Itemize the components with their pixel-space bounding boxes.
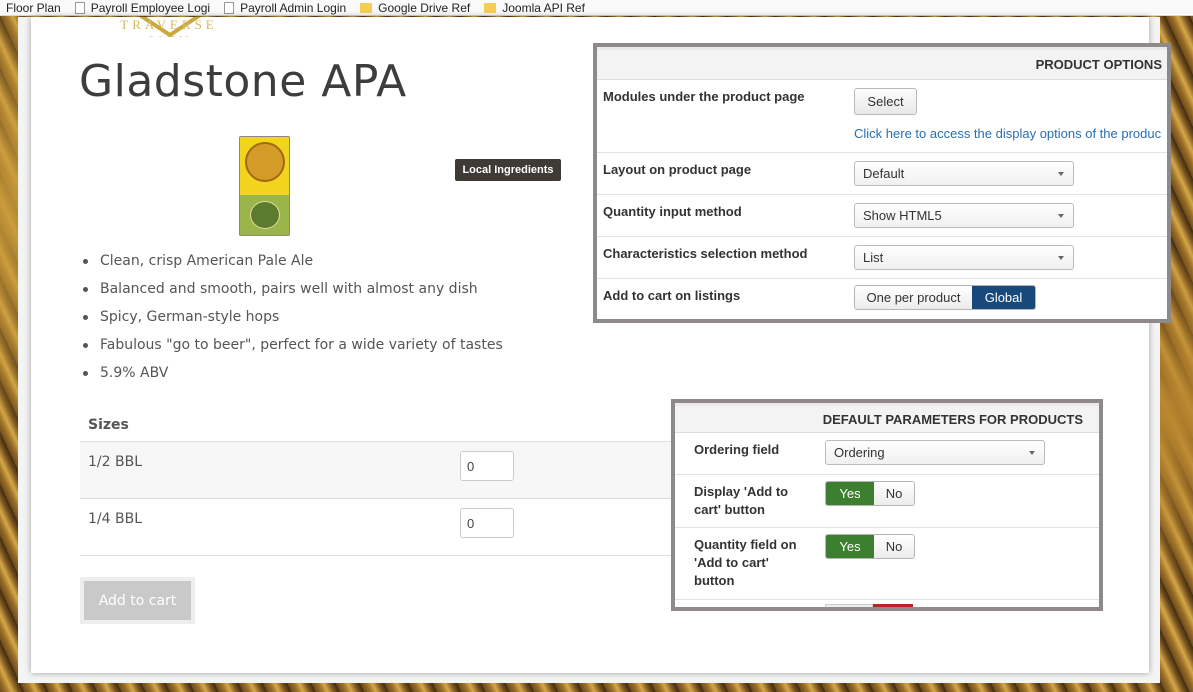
select-value: Ordering: [834, 445, 885, 460]
select-value: List: [863, 250, 884, 265]
option-label: Characteristics selection method: [603, 246, 808, 261]
panel-title: DEFAULT PARAMETERS FOR PRODUCTS: [675, 403, 1099, 433]
add-to-cart-label: Add to cart: [84, 581, 191, 620]
display-button-toggle: Yes No: [825, 481, 915, 506]
quantity-input[interactable]: [460, 508, 514, 538]
quantity-method-select[interactable]: Show HTML5: [854, 203, 1074, 228]
bookmark-label: Google Drive Ref: [378, 0, 471, 15]
param-row-display-button: Display 'Add to cart' button Yes No: [675, 475, 1099, 528]
bookmark-joomla-api-ref[interactable]: Joomla API Ref: [484, 1, 585, 15]
bookmarks-bar: Floor Plan Payroll Employee Logi Payroll…: [0, 0, 1193, 16]
feature-item: Fabulous "go to beer", perfect for a wid…: [80, 335, 503, 363]
bookmark-label: Payroll Employee Logi: [90, 0, 211, 15]
default-parameters-panel: DEFAULT PARAMETERS FOR PRODUCTS Ordering…: [671, 399, 1103, 611]
table-row: 1/2 BBL: [80, 442, 680, 499]
dropdown-arrow-icon: [1058, 214, 1064, 218]
no-option[interactable]: No: [874, 535, 914, 558]
seal-icon: [245, 142, 285, 182]
param-row-ordering: Ordering field Ordering: [675, 433, 1099, 475]
one-per-product-option[interactable]: One per product: [855, 286, 972, 309]
partial-toggle-on[interactable]: [873, 604, 913, 607]
product-title: Gladstone APA: [79, 56, 407, 107]
option-row-characteristics: Characteristics selection method List: [597, 237, 1167, 279]
quantity-input[interactable]: [460, 451, 514, 481]
option-label: Quantity input method: [603, 204, 742, 219]
select-value: Show HTML5: [863, 208, 942, 223]
table-row: 1/4 BBL: [80, 499, 680, 556]
param-row-quantity-field: Quantity field on 'Add to cart' button Y…: [675, 528, 1099, 600]
option-label: Modules under the product page: [603, 89, 805, 104]
size-label: 1/2 BBL: [88, 454, 142, 470]
option-label: Layout on product page: [603, 162, 752, 177]
folder-icon: [360, 2, 373, 13]
feature-item: 5.9% ABV: [80, 363, 503, 391]
size-label: 1/4 BBL: [88, 511, 142, 527]
add-to-cart-button[interactable]: Add to cart: [80, 577, 195, 624]
param-row-partial: [675, 600, 1099, 607]
bookmark-label: Payroll Admin Login: [240, 0, 347, 15]
dropdown-arrow-icon: [1029, 451, 1035, 455]
option-row-layout: Layout on product page Default: [597, 153, 1167, 195]
bookmark-floor-plan[interactable]: Floor Plan: [6, 1, 61, 15]
sizes-table: Sizes 1/2 BBL 1/4 BBL: [80, 408, 680, 556]
bookmark-label: Floor Plan: [6, 0, 61, 15]
option-row-add-to-cart: Add to cart on listings One per product …: [597, 279, 1167, 317]
select-button[interactable]: Select: [854, 88, 917, 115]
select-value: Default: [863, 166, 905, 181]
dropdown-arrow-icon: [1058, 256, 1064, 260]
characteristics-select[interactable]: List: [854, 245, 1074, 270]
product-options-panel: PRODUCT OPTIONS Modules under the produc…: [593, 43, 1171, 323]
bookmark-google-drive-ref[interactable]: Google Drive Ref: [360, 1, 470, 15]
page-icon: [224, 1, 235, 14]
sizes-header: Sizes: [80, 408, 680, 442]
product-image[interactable]: [239, 136, 290, 236]
param-label: Ordering field: [694, 442, 780, 457]
layout-select[interactable]: Default: [854, 161, 1074, 186]
add-to-cart-toggle: One per product Global: [854, 285, 1036, 310]
local-ingredients-badge: Local Ingredients: [455, 159, 561, 181]
panel-title: PRODUCT OPTIONS: [597, 47, 1167, 80]
bookmark-payroll-employee-login[interactable]: Payroll Employee Logi: [74, 0, 211, 15]
ordering-select[interactable]: Ordering: [825, 440, 1045, 465]
crest-icon: [250, 201, 280, 229]
option-label: Add to cart on listings: [603, 288, 741, 303]
no-option[interactable]: No: [874, 482, 914, 505]
option-row-modules: Modules under the product page Select Cl…: [597, 80, 1167, 153]
dropdown-arrow-icon: [1058, 172, 1064, 176]
option-row-quantity: Quantity input method Show HTML5: [597, 195, 1167, 237]
feature-item: Balanced and smooth, pairs well with alm…: [80, 279, 503, 307]
page-icon: [74, 1, 85, 14]
folder-icon: [484, 2, 497, 13]
param-label: Display 'Add to cart' button: [694, 484, 789, 517]
yes-option[interactable]: Yes: [826, 482, 874, 505]
bookmark-label: Joomla API Ref: [502, 0, 585, 15]
display-options-link[interactable]: Click here to access the display options…: [854, 126, 1161, 141]
bookmark-payroll-admin-login[interactable]: Payroll Admin Login: [224, 1, 346, 15]
brewery-logo[interactable]: TRAVERSE CITY: [52, 17, 288, 37]
feature-item: Spicy, German-style hops: [80, 307, 503, 335]
feature-item: Clean, crisp American Pale Ale: [80, 251, 503, 279]
logo-text: TRAVERSE CITY: [120, 17, 218, 37]
yes-option[interactable]: Yes: [826, 535, 874, 558]
partial-toggle-off[interactable]: [825, 604, 873, 607]
feature-list: Clean, crisp American Pale Ale Balanced …: [80, 251, 503, 391]
global-option[interactable]: Global: [972, 286, 1035, 309]
quantity-field-toggle: Yes No: [825, 534, 915, 559]
param-label: Quantity field on 'Add to cart' button: [694, 537, 797, 588]
